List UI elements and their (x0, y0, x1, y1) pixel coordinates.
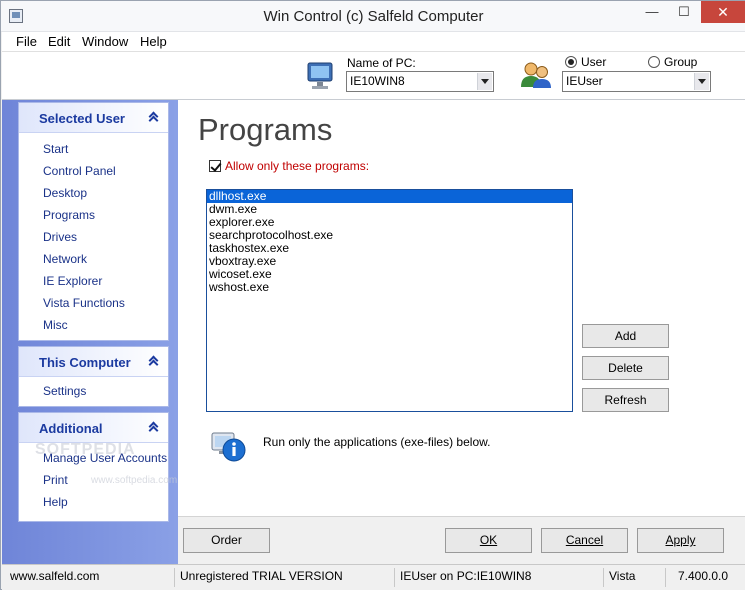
sidebar-item-settings[interactable]: Settings (43, 384, 86, 398)
this-computer-header[interactable]: This Computer (19, 347, 168, 377)
selected-user-panel: Selected User Start Control Panel Deskto… (18, 102, 169, 341)
sidebar-item-ie-explorer[interactable]: IE Explorer (43, 274, 102, 288)
additional-panel: Additional Manage User Accounts Print He… (18, 412, 169, 522)
info-icon (211, 432, 246, 462)
minimize-button[interactable]: — (637, 1, 667, 23)
app-window: Win Control (c) Salfeld Computer — ☐ ✕ F… (0, 0, 745, 590)
this-computer-panel: This Computer Settings (18, 346, 169, 407)
sidebar-item-vista-functions[interactable]: Vista Functions (43, 296, 125, 310)
collapse-icon[interactable] (148, 111, 160, 123)
status-os: Vista (604, 568, 666, 587)
page-title: Programs (198, 112, 333, 147)
close-button[interactable]: ✕ (701, 1, 745, 23)
group-radio-label: Group (664, 55, 698, 69)
users-icon (521, 62, 551, 88)
program-list[interactable]: dllhost.exe dwm.exe explorer.exe searchprot… (206, 189, 573, 412)
apply-button[interactable]: Apply (637, 528, 724, 553)
main-content: Programs Allow only these programs: dllh… (178, 100, 745, 516)
menu-edit[interactable]: Edit (48, 34, 70, 49)
chevron-down-icon[interactable] (694, 73, 709, 90)
sidebar-item-help[interactable]: Help (43, 495, 68, 509)
pc-name-select[interactable]: IE10WIN8 (346, 71, 494, 92)
watermark-url: www.softpedia.com (91, 475, 178, 486)
chevron-down-icon[interactable] (477, 73, 492, 90)
collapse-icon[interactable] (148, 421, 160, 433)
pc-name-label: Name of PC: (347, 56, 416, 70)
list-item[interactable]: wshost.exe (207, 281, 572, 294)
selected-user-header[interactable]: Selected User (19, 103, 168, 133)
delete-button[interactable]: Delete (582, 356, 669, 380)
info-text: Run only the applications (exe-files) be… (263, 435, 491, 449)
menu-bar: File Edit Window Help (2, 32, 745, 52)
title-bar: Win Control (c) Salfeld Computer — ☐ ✕ (1, 1, 745, 32)
panel-title: Additional (39, 421, 103, 436)
panel-title: This Computer (39, 355, 131, 370)
additional-header[interactable]: Additional (19, 413, 168, 443)
group-radio[interactable] (648, 56, 660, 68)
sidebar-item-programs[interactable]: Programs (43, 208, 95, 222)
user-radio[interactable] (565, 56, 577, 68)
maximize-button[interactable]: ☐ (669, 1, 699, 23)
menu-file[interactable]: File (16, 34, 37, 49)
status-site: www.salfeld.com (5, 568, 175, 587)
menu-window[interactable]: Window (82, 34, 128, 49)
button-bar: Order OK Cancel Apply (178, 516, 745, 564)
list-item[interactable]: dllhost.exe (207, 190, 572, 203)
status-bar: www.salfeld.com Unregistered TRIAL VERSI… (2, 564, 745, 590)
panel-title: Selected User (39, 111, 125, 126)
watermark: SOFTPEDIA (35, 441, 136, 458)
sidebar-item-print[interactable]: Print (43, 473, 68, 487)
sidebar-item-network[interactable]: Network (43, 252, 87, 266)
order-button[interactable]: Order (183, 528, 270, 553)
user-select[interactable]: IEUser (562, 71, 711, 92)
computer-icon (307, 62, 333, 89)
refresh-button[interactable]: Refresh (582, 388, 669, 412)
menu-help[interactable]: Help (140, 34, 167, 49)
allow-only-label[interactable]: Allow only these programs: (225, 159, 369, 173)
add-button[interactable]: Add (582, 324, 669, 348)
status-version: 7.400.0.0 (678, 569, 729, 583)
window-title: Win Control (c) Salfeld Computer (263, 8, 484, 25)
sidebar: Selected User Start Control Panel Deskto… (2, 100, 178, 564)
sidebar-item-desktop[interactable]: Desktop (43, 186, 87, 200)
status-context: IEUser on PC:IE10WIN8 (395, 568, 604, 587)
sidebar-item-control-panel[interactable]: Control Panel (43, 164, 116, 178)
user-value: IEUser (566, 74, 603, 88)
user-radio-label: User (581, 55, 607, 69)
pc-name-value: IE10WIN8 (350, 74, 405, 88)
cancel-button[interactable]: Cancel (541, 528, 628, 553)
sidebar-item-drives[interactable]: Drives (43, 230, 77, 244)
toolbar: Name of PC: IE10WIN8 User Group IEUser (2, 52, 745, 100)
ok-button[interactable]: OK (445, 528, 532, 553)
status-license: Unregistered TRIAL VERSION (175, 568, 395, 587)
collapse-icon[interactable] (148, 355, 160, 367)
allow-only-checkbox[interactable] (209, 160, 221, 172)
sidebar-item-misc[interactable]: Misc (43, 318, 68, 332)
sidebar-item-start[interactable]: Start (43, 142, 68, 156)
